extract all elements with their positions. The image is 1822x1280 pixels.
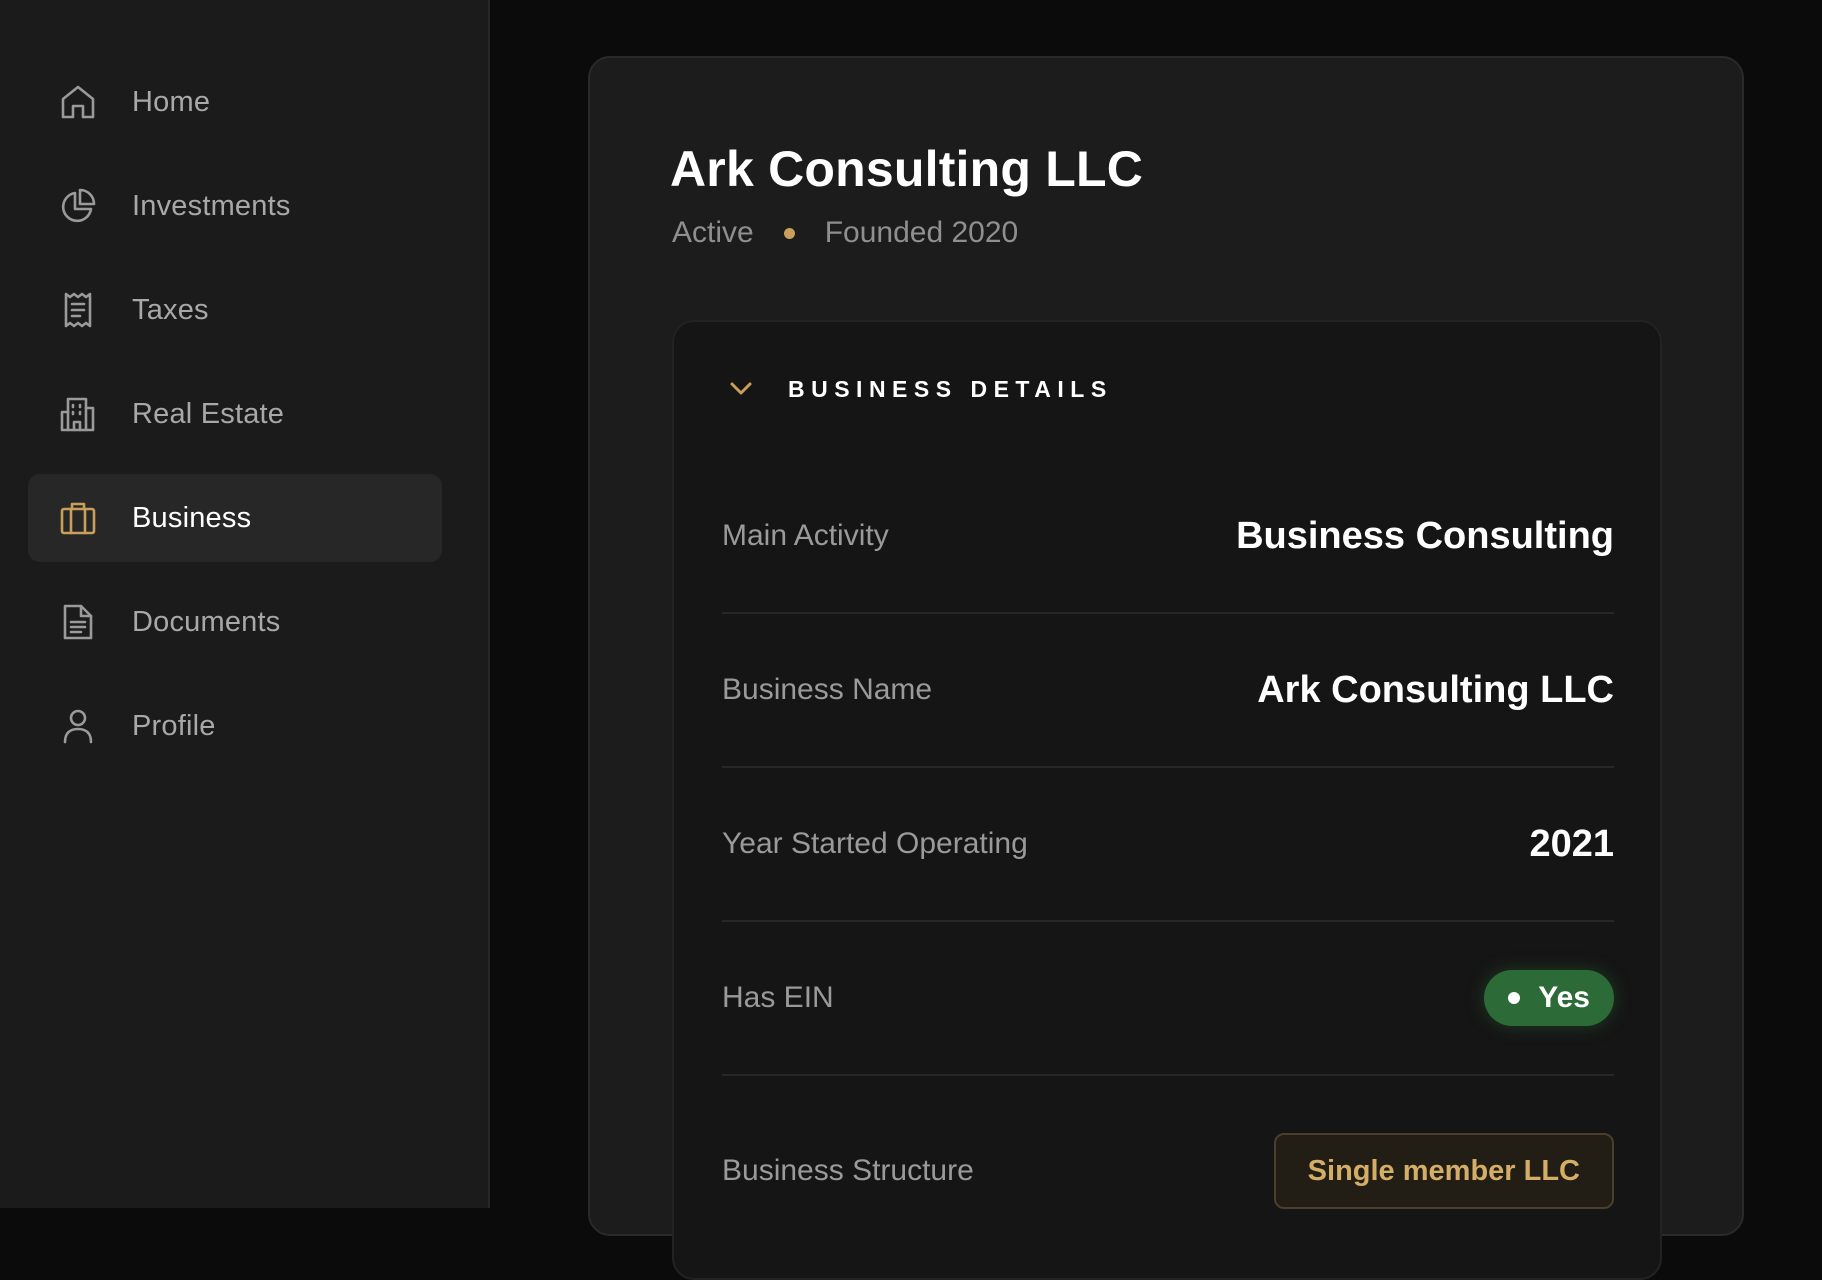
sidebar-item-taxes[interactable]: Taxes <box>28 266 442 354</box>
separator-dot <box>783 227 795 239</box>
sidebar-item-real-estate[interactable]: Real Estate <box>28 370 442 458</box>
detail-row-year-started: Year Started Operating 2021 <box>722 768 1614 922</box>
receipt-icon <box>58 290 98 330</box>
sidebar-item-documents[interactable]: Documents <box>28 578 442 666</box>
document-icon <box>58 602 98 642</box>
sidebar: Home Investments Taxes Real Estate Busin… <box>0 0 490 1208</box>
detail-label: Business Structure <box>722 1154 974 1187</box>
home-icon <box>58 82 98 122</box>
sidebar-item-label: Real Estate <box>132 397 285 430</box>
detail-value: Ark Consulting LLC <box>1257 668 1614 711</box>
sidebar-item-label: Documents <box>132 605 281 638</box>
status-badge: Yes <box>1484 970 1614 1026</box>
detail-label: Main Activity <box>722 519 889 552</box>
details-list: Main Activity Business Consulting Busine… <box>722 460 1614 1266</box>
pie-chart-icon <box>58 186 98 226</box>
page-subtitle: Active Founded 2020 <box>672 216 1018 250</box>
sidebar-item-label: Home <box>132 85 211 118</box>
business-details-section: BUSINESS DETAILS Main Activity Business … <box>672 320 1662 1280</box>
structure-badge-label: Single member LLC <box>1307 1154 1580 1187</box>
building-icon <box>58 394 98 434</box>
detail-row-business-structure: Business Structure Single member LLC <box>722 1076 1614 1266</box>
status-dot-icon <box>1508 992 1521 1004</box>
detail-row-main-activity: Main Activity Business Consulting <box>722 460 1614 614</box>
sidebar-item-label: Taxes <box>132 293 209 326</box>
sidebar-nav: Home Investments Taxes Real Estate Busin… <box>28 58 442 786</box>
detail-label: Has EIN <box>722 981 834 1014</box>
founded-text: Founded 2020 <box>824 216 1019 249</box>
briefcase-icon <box>58 498 98 538</box>
sidebar-item-label: Business <box>132 501 252 534</box>
sidebar-item-investments[interactable]: Investments <box>28 162 442 250</box>
detail-label: Business Name <box>722 673 933 706</box>
sidebar-item-label: Investments <box>132 189 291 222</box>
sidebar-item-profile[interactable]: Profile <box>28 682 442 770</box>
section-title: BUSINESS DETAILS <box>788 375 1113 402</box>
status-text: Active <box>672 216 754 249</box>
user-icon <box>58 706 98 746</box>
sidebar-item-label: Profile <box>132 709 216 742</box>
detail-row-has-ein: Has EIN Yes <box>722 922 1614 1076</box>
detail-value: 2021 <box>1529 822 1614 865</box>
sidebar-item-home[interactable]: Home <box>28 58 442 146</box>
business-card: Ark Consulting LLC Active Founded 2020 B… <box>588 56 1744 1280</box>
status-badge-label: Yes <box>1538 981 1590 1014</box>
detail-label: Year Started Operating <box>722 827 1028 860</box>
detail-row-business-name: Business Name Ark Consulting LLC <box>722 614 1614 768</box>
structure-badge: Single member LLC <box>1273 1133 1614 1209</box>
detail-value: Business Consulting <box>1236 514 1614 557</box>
chevron-down-icon <box>730 382 752 395</box>
page-title: Ark Consulting LLC <box>670 141 1144 197</box>
sidebar-item-business[interactable]: Business <box>28 474 442 562</box>
section-toggle[interactable]: BUSINESS DETAILS <box>726 374 1113 404</box>
